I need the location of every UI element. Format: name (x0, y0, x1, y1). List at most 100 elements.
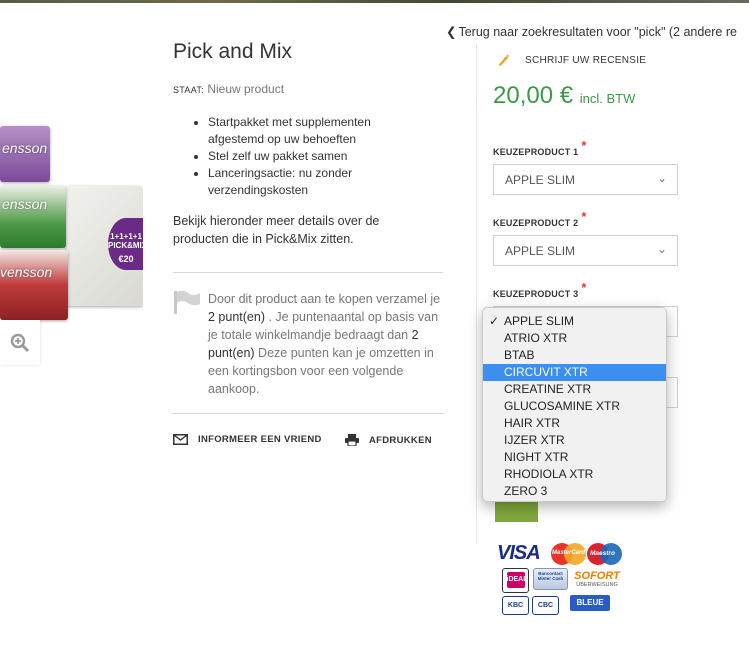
chevron-left-icon: ❮ (446, 25, 457, 39)
choice-1-label: KEUZEPRODUCT 1 * (493, 138, 586, 158)
details-text: Bekijk hieronder meer details over de pr… (173, 214, 380, 246)
product-brand-text: ensson (2, 140, 48, 156)
dropdown-option[interactable]: NIGHT XTR (483, 449, 666, 466)
dropdown-option-highlighted[interactable]: CIRCUVIT XTR (483, 364, 666, 381)
mastercard-logo: MasterCard (551, 543, 587, 565)
points-value: 2 punt(en) (208, 310, 265, 324)
dropdown-option[interactable]: BTAB (483, 347, 666, 364)
choice-label-text: KEUZEPRODUCT 3 (493, 289, 579, 299)
ideal-logo: iDEAL (502, 568, 529, 593)
price-amount: 20,00 € (493, 82, 574, 109)
dropdown-option[interactable]: ✓ APPLE SLIM (483, 313, 666, 330)
chevron-down-icon: ⌄ (656, 171, 667, 185)
sofort-logo: SOFORT ÜBERWEISUNG (572, 570, 622, 590)
feature-item: Stel zelf uw pakket samen (208, 148, 423, 165)
sofort-text: SOFORT (574, 570, 620, 582)
dropdown-option[interactable]: HAIR XTR (483, 415, 666, 432)
write-review-label: SCHRIJF UW RECENSIE (525, 55, 647, 66)
dropdown-option[interactable]: GLUCOSAMINE XTR (483, 398, 666, 415)
back-link-label: Terug naar zoekresultaten voor "pick" (2… (458, 25, 737, 39)
zoom-button[interactable] (0, 320, 40, 365)
feature-item: Startpakket met supplementen afgestemd o… (208, 114, 423, 148)
maestro-logo: Maestro (587, 543, 623, 565)
zoom-icon (10, 333, 30, 352)
required-mark: * (581, 280, 587, 295)
dropdown-option[interactable]: ZERO 3 (483, 483, 666, 500)
dropdown-option[interactable]: ATRIO XTR (483, 330, 666, 347)
bancontact-text: Bancontact Mister Cash (537, 571, 564, 581)
visa-logo: VISA (497, 542, 541, 565)
choice-3-dropdown-menu[interactable]: ✓ APPLE SLIM ATRIO XTR BTAB CIRCUVIT XTR … (482, 307, 667, 502)
feature-list: Startpakket met supplementen afgestemd o… (191, 114, 423, 199)
badge-line: 1+1+1+1 (110, 232, 142, 241)
maestro-text: Maestro (590, 550, 615, 557)
price: 20,00 € incl. BTW (493, 82, 635, 110)
tell-friend-link[interactable]: INFORMEER EEN VRIEND (173, 434, 322, 445)
choice-label-text: KEUZEPRODUCT 2 (493, 218, 579, 228)
choice-1-value: APPLE SLIM (505, 172, 576, 187)
cbc-logo: CBC (532, 596, 559, 615)
points-text: Door dit product aan te kopen verzamel j… (208, 292, 441, 306)
visa-text: VISA (497, 542, 541, 564)
product-condition: STAAT: Nieuw product (173, 82, 284, 96)
product-brand-text: ensson (2, 196, 48, 212)
option-label: RHODIOLA XTR (504, 467, 594, 481)
divider (173, 272, 443, 273)
badge-price: €20 (118, 254, 134, 264)
option-label: CIRCUVIT XTR (504, 365, 588, 379)
carte-bleue-logo: BLEUE (570, 595, 610, 611)
top-border (0, 0, 749, 3)
back-to-results-link[interactable]: ❮ Terug naar zoekresultaten voor "pick" (… (446, 24, 737, 39)
dropdown-option[interactable]: IJZER XTR (483, 432, 666, 449)
ideal-text: iDEAL (506, 572, 528, 588)
choice-2-value: APPLE SLIM (505, 243, 576, 258)
condition-value: Nieuw product (207, 82, 285, 96)
option-label: HAIR XTR (504, 416, 561, 430)
product-box-purple: ensson (0, 126, 50, 182)
badge-line: PICK&MIX (108, 241, 143, 250)
choice-label-text: KEUZEPRODUCT 1 (493, 147, 579, 157)
write-review-link[interactable]: SCHRIJF UW RECENSIE (497, 54, 646, 67)
chevron-down-icon: ⌄ (656, 242, 667, 256)
choice-1-select[interactable]: APPLE SLIM ⌄ (493, 164, 678, 195)
option-label: NIGHT XTR (504, 450, 569, 464)
cbc-text: CBC (537, 602, 554, 609)
flag-icon (174, 290, 200, 314)
condition-label: STAAT: (173, 85, 204, 95)
carte-bleue-text: BLEUE (576, 598, 604, 607)
sofort-sub-text: ÜBERWEISUNG (576, 582, 618, 588)
print-link[interactable]: AFDRUKKEN (345, 434, 432, 446)
feature-item: Lanceringsactie: nu zonder verzendingsko… (208, 165, 423, 199)
envelope-icon (173, 434, 188, 445)
product-title: Pick and Mix (173, 40, 293, 63)
kbc-logo: KBC (502, 596, 529, 615)
column-divider (476, 44, 477, 544)
product-image[interactable]: ensson ensson 1+1+1+1 PICK&MIX €20 venss… (0, 118, 143, 323)
pick-mix-badge: 1+1+1+1 PICK&MIX €20 (108, 218, 143, 270)
printer-icon (345, 434, 359, 446)
product-brand-text: vensson (0, 264, 53, 280)
print-label: AFDRUKKEN (369, 434, 432, 446)
mastercard-text: MasterCard (552, 550, 586, 556)
required-mark: * (581, 138, 587, 153)
choice-2-label: KEUZEPRODUCT 2 * (493, 209, 586, 229)
pencil-icon (498, 54, 509, 67)
product-box-red: vensson (0, 250, 68, 320)
dropdown-option[interactable]: CREATINE XTR (483, 381, 666, 398)
choice-2-select[interactable]: APPLE SLIM ⌄ (493, 235, 678, 266)
option-label: BTAB (504, 348, 535, 362)
option-label: CREATINE XTR (504, 382, 592, 396)
option-label: GLUCOSAMINE XTR (504, 399, 621, 413)
dropdown-option[interactable]: RHODIOLA XTR (483, 466, 666, 483)
tell-friend-label: INFORMEER EEN VRIEND (198, 434, 322, 445)
loyalty-points-text: Door dit product aan te kopen verzamel j… (208, 290, 448, 398)
divider (173, 413, 443, 414)
product-box-green: ensson (0, 186, 66, 248)
option-label: ZERO 3 (504, 484, 548, 498)
checkmark-icon: ✓ (489, 314, 500, 328)
choice-3-label: KEUZEPRODUCT 3 * (493, 280, 586, 300)
price-tax-note: incl. BTW (579, 91, 636, 106)
option-label: APPLE SLIM (504, 314, 575, 328)
kbc-text: KBC (507, 602, 524, 609)
option-label: IJZER XTR (504, 433, 565, 447)
